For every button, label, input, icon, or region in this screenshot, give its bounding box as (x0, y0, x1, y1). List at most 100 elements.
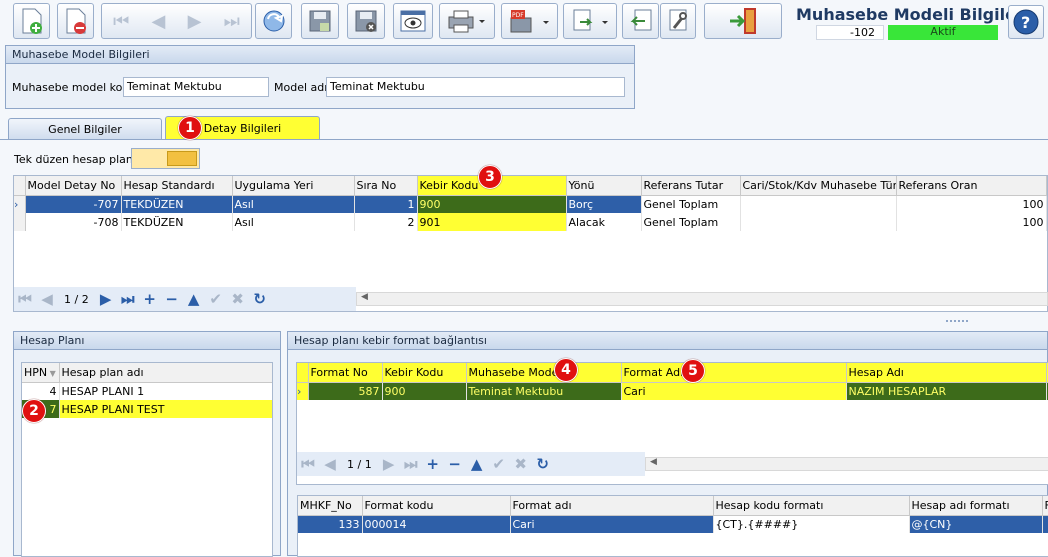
col-yonu[interactable]: Yönü (566, 176, 642, 196)
confirm-icon[interactable]: ✔ (205, 288, 227, 310)
first-record-icon[interactable]: ⏮ (14, 288, 36, 310)
pdf-button[interactable]: PDF (501, 3, 558, 39)
col-f[interactable]: F (1042, 496, 1048, 516)
cell[interactable]: 100 (896, 195, 1047, 213)
cell[interactable]: TEKDÜZEN (121, 213, 233, 231)
cancel-save-button[interactable] (347, 3, 385, 39)
cell[interactable]: Cari (621, 382, 847, 400)
cell[interactable]: Genel Toplam (641, 195, 741, 213)
model-code-field[interactable]: Teminat Mektubu (123, 77, 269, 97)
cell[interactable]: 900 (382, 382, 467, 400)
last-record-icon[interactable]: ⏭ (400, 453, 422, 475)
import-button[interactable] (622, 3, 659, 39)
col-format-no[interactable]: Format No (308, 363, 383, 383)
scroll-left-icon[interactable]: ◀ (361, 292, 368, 302)
tools-button[interactable] (660, 3, 696, 39)
table-row[interactable]: › 587 900 Teminat Mektubu Cari NAZIM HES… (297, 382, 1048, 400)
tab-genel-bilgiler[interactable]: Genel Bilgiler (8, 118, 162, 140)
exit-button[interactable] (704, 3, 782, 39)
add-record-icon[interactable]: + (139, 288, 161, 310)
col-format-adi[interactable]: Format adı (510, 496, 714, 516)
first-icon[interactable]: ⏮ (113, 11, 129, 32)
col-hpn[interactable]: HPN ▼ (22, 363, 60, 383)
cell[interactable]: NAZIM HESAPLAR (846, 382, 1047, 400)
remove-record-icon[interactable]: − (161, 288, 183, 310)
col-format-kodu[interactable]: Format kodu (362, 496, 511, 516)
refresh-grid-icon[interactable]: ↻ (532, 453, 554, 475)
cell[interactable]: {CT}.{####} (713, 515, 910, 533)
prev-record-icon[interactable]: ◀ (36, 288, 58, 310)
col-format-adi[interactable]: Format Adı (621, 363, 847, 383)
cell[interactable]: 000014 (362, 515, 511, 533)
cell[interactable]: 900 (417, 195, 567, 213)
table-row[interactable]: 133 000014 Cari {CT}.{####} @{CN} (298, 515, 1048, 533)
format-hscrollbar[interactable]: ◀ (645, 457, 1048, 471)
cell[interactable]: Genel Toplam (641, 213, 741, 231)
splitter-grip[interactable] (946, 320, 968, 324)
col-referans-tutar[interactable]: Referans Tutar (641, 176, 741, 196)
remove-record-icon[interactable]: − (444, 453, 466, 475)
col-hesap-adi-formati[interactable]: Hesap adı formatı (909, 496, 1043, 516)
cell[interactable]: 4 (22, 382, 60, 400)
cancel-icon[interactable]: ✖ (227, 288, 249, 310)
col-hesap-kodu-formati[interactable]: Hesap kodu formatı (713, 496, 910, 516)
single-plan-toggle[interactable] (131, 148, 200, 169)
confirm-icon[interactable]: ✔ (488, 453, 510, 475)
move-up-icon[interactable]: ▲ (466, 453, 488, 475)
save-button[interactable] (301, 3, 339, 39)
move-up-icon[interactable]: ▲ (183, 288, 205, 310)
new-button[interactable] (13, 3, 50, 39)
col-referans-oran[interactable]: Referans Oran (896, 176, 1047, 196)
cell[interactable] (740, 213, 897, 231)
table-row[interactable]: › -707 TEKDÜZEN Asıl 1 900 Borç Genel To… (14, 195, 1047, 213)
col-hesap-plan-adi[interactable]: Hesap plan adı (59, 363, 272, 383)
cell[interactable]: 901 (417, 213, 567, 231)
cell[interactable]: Cari (510, 515, 714, 533)
col-muhasebe-modeli[interactable]: Muhasebe Modeli (466, 363, 622, 383)
next-icon[interactable]: ▶ (188, 11, 202, 32)
next-record-icon[interactable]: ▶ (378, 453, 400, 475)
cell[interactable]: 587 (308, 382, 383, 400)
scroll-left-icon[interactable]: ◀ (650, 457, 657, 467)
prev-record-icon[interactable]: ◀ (319, 453, 341, 475)
cell[interactable]: HESAP PLANI TEST (59, 400, 272, 418)
col-sira-no[interactable]: Sıra No (354, 176, 418, 196)
list-item[interactable]: 7 HESAP PLANI TEST (22, 400, 272, 418)
last-record-icon[interactable]: ⏭ (117, 288, 139, 310)
next-record-icon[interactable]: ▶ (95, 288, 117, 310)
cell[interactable]: 2 (354, 213, 418, 231)
model-name-field[interactable]: Teminat Mektubu (326, 77, 625, 97)
refresh-button[interactable] (255, 3, 292, 39)
cell[interactable]: 1 (354, 195, 418, 213)
filter-icon[interactable]: ▼ (47, 369, 56, 378)
refresh-grid-icon[interactable]: ↻ (249, 288, 271, 310)
cell[interactable]: Asıl (232, 213, 355, 231)
col-model-detay-no[interactable]: Model Detay No (25, 176, 122, 196)
prev-icon[interactable]: ◀ (152, 11, 166, 32)
cell[interactable]: @{CN} (909, 515, 1043, 533)
col-uygulama-yeri[interactable]: Uygulama Yeri (232, 176, 355, 196)
table-row[interactable]: -708 TEKDÜZEN Asıl 2 901 Alacak Genel To… (14, 213, 1047, 231)
cell[interactable]: 100 (896, 213, 1047, 231)
cell[interactable]: Asıl (232, 195, 355, 213)
col-mhkf-no[interactable]: MHKF_No (298, 496, 363, 516)
col-hesap-adi[interactable]: Hesap Adı (846, 363, 1047, 383)
cell[interactable]: Borç (566, 195, 642, 213)
cancel-icon[interactable]: ✖ (510, 453, 532, 475)
last-icon[interactable]: ⏭ (224, 11, 240, 32)
print-button[interactable] (439, 3, 495, 39)
detail-hscrollbar[interactable]: ◀ (356, 292, 1048, 306)
cell[interactable]: 133 (298, 515, 363, 533)
preview-button[interactable] (393, 3, 433, 39)
export-button[interactable] (563, 3, 617, 39)
col-hesap-standardi[interactable]: Hesap Standardı (121, 176, 233, 196)
first-record-icon[interactable]: ⏮ (297, 453, 319, 475)
delete-button[interactable] (57, 3, 94, 39)
cell[interactable]: -708 (25, 213, 122, 231)
col-muhasebe-turu[interactable]: Cari/Stok/Kdv Muhasebe Türü (740, 176, 897, 196)
cell[interactable]: Alacak (566, 213, 642, 231)
add-record-icon[interactable]: + (422, 453, 444, 475)
list-item[interactable]: 4 HESAP PLANI 1 (22, 382, 272, 400)
cell[interactable]: TEKDÜZEN (121, 195, 233, 213)
cell[interactable]: -707 (25, 195, 122, 213)
